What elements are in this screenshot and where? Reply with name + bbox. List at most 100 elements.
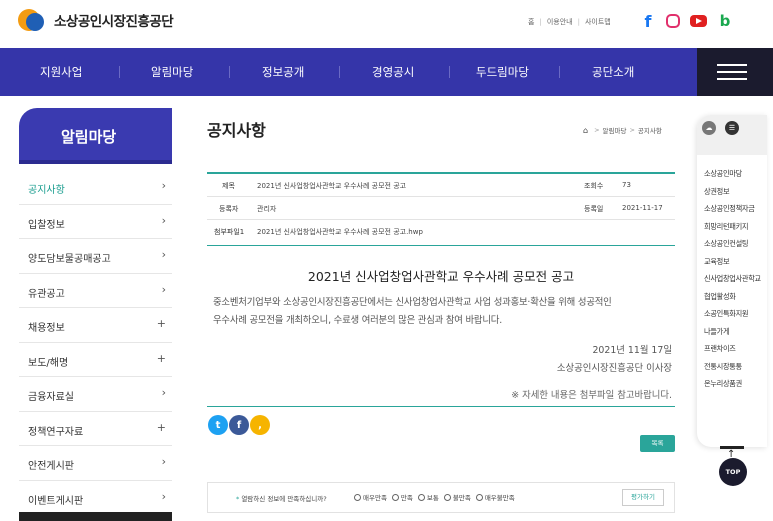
quick-item[interactable]: 소상공인정책자금 [704, 204, 764, 214]
survey-option-satisfied[interactable]: 만족 [391, 492, 413, 502]
info-row-title: 제목 2021년 신사업창업사관학교 우수사례 공모전 공고 조회수 73 [207, 174, 675, 197]
nav-divider [229, 66, 230, 78]
nav-item-management[interactable]: 경영공시 [372, 48, 414, 96]
facebook-share-icon[interactable]: f [229, 415, 249, 435]
youtube-icon[interactable] [690, 15, 707, 27]
post-paragraph: 중소벤처기업부와 소상공인시장진흥공단에서는 신사업창업사관학교 사업 성과홍보… [213, 297, 612, 308]
survey-option-dissatisfied[interactable]: 불만족 [443, 492, 471, 502]
hamburger-icon-line [717, 78, 747, 80]
radio-icon[interactable] [417, 493, 425, 501]
quick-item[interactable]: 상권정보 [704, 187, 764, 197]
sidebar-item-label: 입찰정보 [28, 219, 65, 231]
sidebar-item-event[interactable]: 이벤트게시판 › [19, 481, 172, 515]
option-label: 불만족 [452, 494, 471, 502]
nav-item-about[interactable]: 공단소개 [592, 48, 634, 96]
share-buttons: t f , [208, 415, 271, 435]
top-header: 소상공인시장진흥공단 홈 | 이용안내 | 사이트맵 f b [0, 0, 773, 48]
site-logo[interactable]: 소상공인시장진흥공단 [18, 9, 174, 31]
breadcrumb-item[interactable]: 알림마당 [603, 125, 627, 135]
satisfaction-survey: * 열람하신 정보에 만족하십니까? 매우만족 만족 보통 불만족 매우불만족 … [207, 482, 675, 513]
quick-item[interactable]: 온누리상품권 [704, 379, 764, 389]
home-link[interactable]: 홈 [528, 17, 534, 27]
radio-icon[interactable] [443, 493, 451, 501]
breadcrumb: ⌂ > 알림마당 > 공지사항 [583, 125, 662, 136]
sidebar-title: 알림마당 [19, 108, 172, 164]
radio-icon[interactable] [475, 493, 483, 501]
nav-divider [119, 66, 120, 78]
quick-item[interactable]: 프랜차이즈 [704, 344, 764, 354]
info-label: 등록일 [584, 205, 604, 213]
quick-item[interactable]: 협업활성화 [704, 292, 764, 302]
option-label: 보통 [426, 494, 439, 502]
quick-item[interactable]: 나들가게 [704, 327, 764, 337]
blog-icon[interactable]: b [717, 12, 733, 30]
quick-item[interactable]: 신사업창업사관학교 [704, 274, 764, 284]
option-label: 만족 [400, 494, 413, 502]
logo-mark-icon [18, 9, 48, 31]
sidebar-item-label: 채용정보 [28, 323, 65, 334]
sidebar-item-label: 양도담보물공매공고 [28, 254, 111, 265]
divider [207, 406, 675, 407]
radio-icon[interactable] [391, 493, 399, 501]
cloud-icon[interactable]: ☁ [702, 121, 716, 135]
quick-item[interactable]: 소상공인마당 [704, 169, 764, 179]
chevron-right-icon: › [161, 489, 166, 503]
utility-links: 홈 | 이용안내 | 사이트맵 [528, 17, 611, 27]
twitter-share-icon[interactable]: t [208, 415, 228, 435]
sidebar-item-label: 안전게시판 [28, 461, 74, 472]
sidebar-item-notice[interactable]: 공지사항 › [19, 170, 172, 205]
survey-option-very-satisfied[interactable]: 매우만족 [354, 492, 387, 502]
sidebar-item-press[interactable]: 보도/해명 + [19, 343, 172, 377]
quick-item[interactable]: 소상공인컨설팅 [704, 239, 764, 249]
post-title: 2021년 신사업창업사관학교 우수사례 공모전 공고 [307, 269, 575, 284]
radio-icon[interactable] [354, 493, 361, 501]
instagram-icon[interactable] [666, 14, 680, 28]
guide-link[interactable]: 이용안내 [547, 17, 573, 27]
nav-divider [449, 66, 450, 78]
survey-option-very-dissatisfied[interactable]: 매우불만족 [475, 492, 515, 502]
nav-item-support[interactable]: 지원사업 [40, 48, 82, 96]
sitemap-link[interactable]: 사이트맵 [585, 17, 611, 27]
scroll-top-button[interactable]: TOP [719, 458, 747, 486]
quick-item[interactable]: 전통시장통통 [704, 362, 764, 372]
sidebar-item-recruit[interactable]: 채용정보 + [19, 308, 172, 343]
nav-item-notice[interactable]: 알림마당 [151, 48, 193, 96]
info-row-author: 등록자 관리자 등록일 2021-11-17 [207, 197, 675, 220]
facebook-icon[interactable]: f [640, 12, 656, 31]
sidebar-item-research[interactable]: 정책연구자료 + [19, 412, 172, 446]
divider: | [577, 18, 580, 26]
quick-menu-header: ☁ ☰ [697, 115, 767, 155]
info-label: 조회수 [584, 182, 604, 190]
sidebar-item-bid[interactable]: 입찰정보 › [19, 205, 172, 239]
kakao-share-icon[interactable]: , [250, 415, 270, 435]
plus-icon: + [156, 317, 166, 330]
rate-button[interactable]: 평가하기 [622, 489, 664, 506]
hamburger-menu-button[interactable] [697, 48, 773, 96]
nav-divider [559, 66, 560, 78]
chevron-right-icon: › [161, 179, 166, 192]
nav-item-info[interactable]: 정보공개 [262, 48, 304, 96]
sidebar-item-label: 이벤트게시판 [28, 495, 84, 507]
survey-option-neutral[interactable]: 보통 [417, 492, 439, 502]
sidebar-item-label: 공지사항 [28, 185, 65, 196]
menu-icon[interactable]: ☰ [725, 121, 739, 135]
home-icon[interactable]: ⌂ [583, 126, 588, 135]
post-note: ※ 자세한 내용은 첨부파일 참고바랍니다. [511, 390, 672, 401]
quick-item[interactable]: 소공인특화지원 [704, 309, 764, 319]
nav-item-dodream[interactable]: 두드림마당 [476, 48, 529, 96]
quick-item[interactable]: 희망리턴패키지 [704, 222, 764, 232]
sidebar-item-related[interactable]: 유관공고 › [19, 274, 172, 308]
attachment-link[interactable]: 2021년 신사업창업사관학교 우수사례 공모전 공고.hwp [257, 227, 423, 237]
breadcrumb-item[interactable]: 공지사항 [638, 125, 662, 135]
sidebar-item-finance[interactable]: 금융자료실 › [19, 377, 172, 412]
sidebar-item-auction[interactable]: 양도담보물공매공고 › [19, 239, 172, 274]
main-nav: 지원사업 알림마당 정보공개 경영공시 두드림마당 공단소개 [0, 48, 773, 96]
list-button[interactable]: 목록 [640, 435, 675, 452]
option-label: 매우불만족 [484, 494, 515, 502]
hamburger-icon-line [717, 71, 747, 73]
sidebar-item-safety[interactable]: 안전게시판 › [19, 446, 172, 481]
quick-item[interactable]: 교육정보 [704, 257, 764, 267]
page-title: 공지사항 [207, 121, 266, 140]
post-signature: 소상공인시장진흥공단 이사장 [556, 363, 672, 374]
post-paragraph: 우수사례 공모전을 개최하오니, 수료생 여러분의 많은 관심과 참여 바랍니다… [213, 315, 502, 326]
